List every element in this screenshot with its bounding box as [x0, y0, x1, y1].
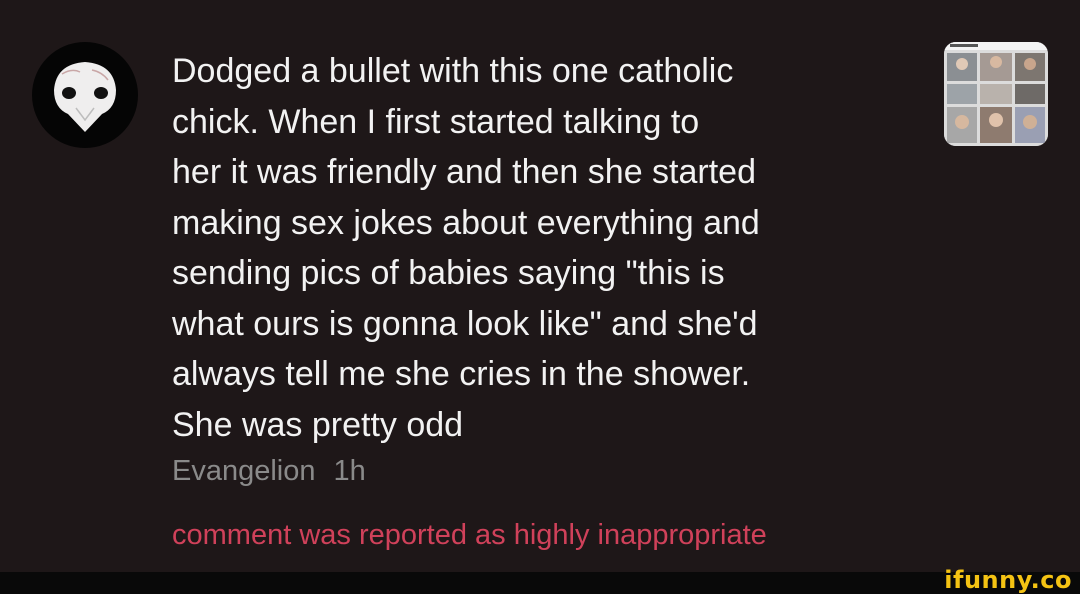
ifunny-watermark: ifunny.co — [944, 566, 1072, 594]
comment-body: Dodged a bullet with this one catholic c… — [172, 46, 912, 554]
post-thumbnail[interactable] — [944, 42, 1048, 146]
avatar[interactable] — [32, 42, 138, 148]
comment-meta: Evangelion 1h — [172, 452, 912, 490]
comment-text: Dodged a bullet with this one catholic c… — [172, 52, 760, 444]
author-name[interactable]: Evangelion — [172, 455, 316, 487]
report-notice: comment was reported as highly inappropr… — [172, 519, 767, 551]
post-collage-thumbnail — [944, 42, 1048, 146]
comment-time: 1h — [333, 455, 366, 487]
masked-face-avatar-icon — [54, 62, 116, 132]
bottom-bar — [0, 572, 1080, 594]
